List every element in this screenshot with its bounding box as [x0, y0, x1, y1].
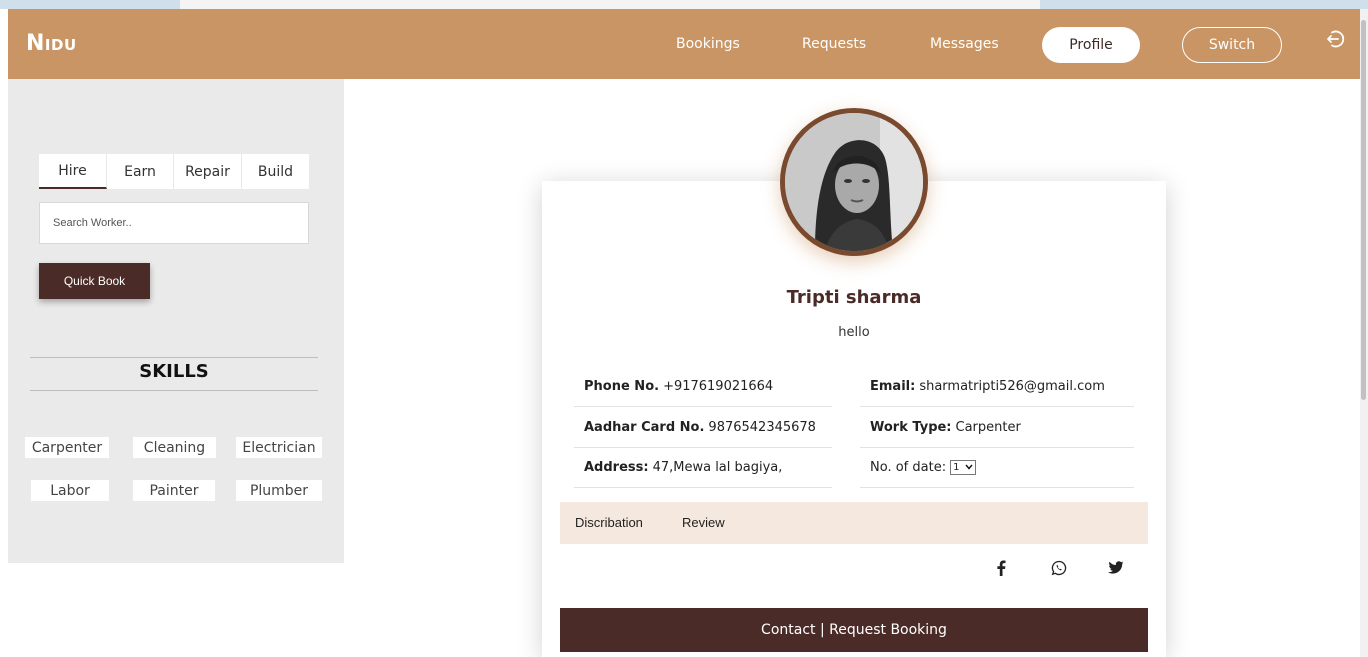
twitter-icon[interactable] — [1105, 557, 1127, 579]
aadhar-row: Aadhar Card No. 9876542345678 — [574, 407, 832, 448]
phone-label: Phone No. — [584, 378, 660, 394]
top-strip-segment — [180, 0, 1040, 9]
tab-repair[interactable]: Repair — [174, 154, 242, 189]
no-of-date-row: No. of date: 1 — [860, 447, 1134, 488]
tab-discribation[interactable]: Discribation — [575, 515, 643, 530]
logout-icon[interactable] — [1324, 28, 1346, 50]
whatsapp-icon[interactable] — [1048, 557, 1070, 579]
phone-value: +917619021664 — [663, 378, 774, 394]
address-label: Address: — [584, 459, 649, 475]
work-type-value: Carpenter — [955, 419, 1021, 435]
skill-chip-electrician[interactable]: Electrician — [236, 437, 322, 458]
tab-earn[interactable]: Earn — [107, 154, 174, 189]
chevron-down-icon — [965, 464, 973, 470]
profile-name: Tripti sharma — [786, 287, 922, 308]
profile-bio: hello — [838, 325, 870, 340]
search-worker-input[interactable] — [39, 202, 309, 244]
quick-book-button[interactable]: Quick Book — [39, 263, 150, 299]
no-of-date-selected: 1 — [953, 461, 960, 473]
aadhar-value: 9876542345678 — [708, 419, 816, 435]
detail-tabs: Discribation Review — [560, 502, 1148, 544]
address-row: Address: 47,Mewa lal bagiya, — [574, 447, 832, 488]
work-type-row: Work Type: Carpenter — [860, 407, 1134, 448]
work-type-label: Work Type: — [870, 419, 952, 435]
skill-chip-plumber[interactable]: Plumber — [236, 480, 322, 501]
address-value: 47,Mewa lal bagiya, — [652, 459, 783, 475]
skill-chip-painter[interactable]: Painter — [133, 480, 215, 501]
nav-bookings[interactable]: Bookings — [676, 36, 740, 52]
skills-divider-bottom — [30, 390, 318, 391]
tab-review[interactable]: Review — [682, 515, 725, 530]
nav-messages[interactable]: Messages — [930, 36, 999, 52]
email-value: sharmatripti526@gmail.com — [919, 378, 1105, 394]
nav-profile-button[interactable]: Profile — [1042, 27, 1140, 63]
skill-chip-labor[interactable]: Labor — [31, 480, 109, 501]
email-label: Email: — [870, 378, 916, 394]
tab-hire[interactable]: Hire — [39, 154, 107, 189]
skill-chip-cleaning[interactable]: Cleaning — [133, 437, 216, 458]
scrollbar-thumb[interactable] — [1361, 20, 1366, 400]
brand-logo[interactable]: Nidu — [26, 31, 77, 56]
skills-heading: SKILLS — [139, 361, 209, 382]
contact-request-booking-button[interactable]: Contact | Request Booking — [560, 608, 1148, 652]
switch-button[interactable]: Switch — [1182, 27, 1282, 63]
tab-build[interactable]: Build — [242, 154, 309, 189]
aadhar-label: Aadhar Card No. — [584, 419, 705, 435]
profile-avatar — [780, 108, 928, 256]
phone-row: Phone No. +917619021664 — [574, 366, 832, 407]
navbar: Nidu Bookings Requests Messages Profile … — [8, 9, 1360, 79]
browser-top-strip — [0, 0, 1368, 9]
sidebar: Hire Earn Repair Build Quick Book SKILLS… — [8, 79, 344, 563]
no-of-date-label: No. of date: — [870, 459, 947, 475]
email-row: Email: sharmatripti526@gmail.com — [860, 366, 1134, 407]
facebook-icon[interactable] — [990, 557, 1012, 579]
skills-divider-top — [30, 357, 318, 358]
service-tabs: Hire Earn Repair Build — [39, 154, 309, 189]
skill-chip-carpenter[interactable]: Carpenter — [25, 437, 109, 458]
no-of-date-select[interactable]: 1 — [950, 459, 977, 475]
nav-requests[interactable]: Requests — [802, 36, 866, 52]
